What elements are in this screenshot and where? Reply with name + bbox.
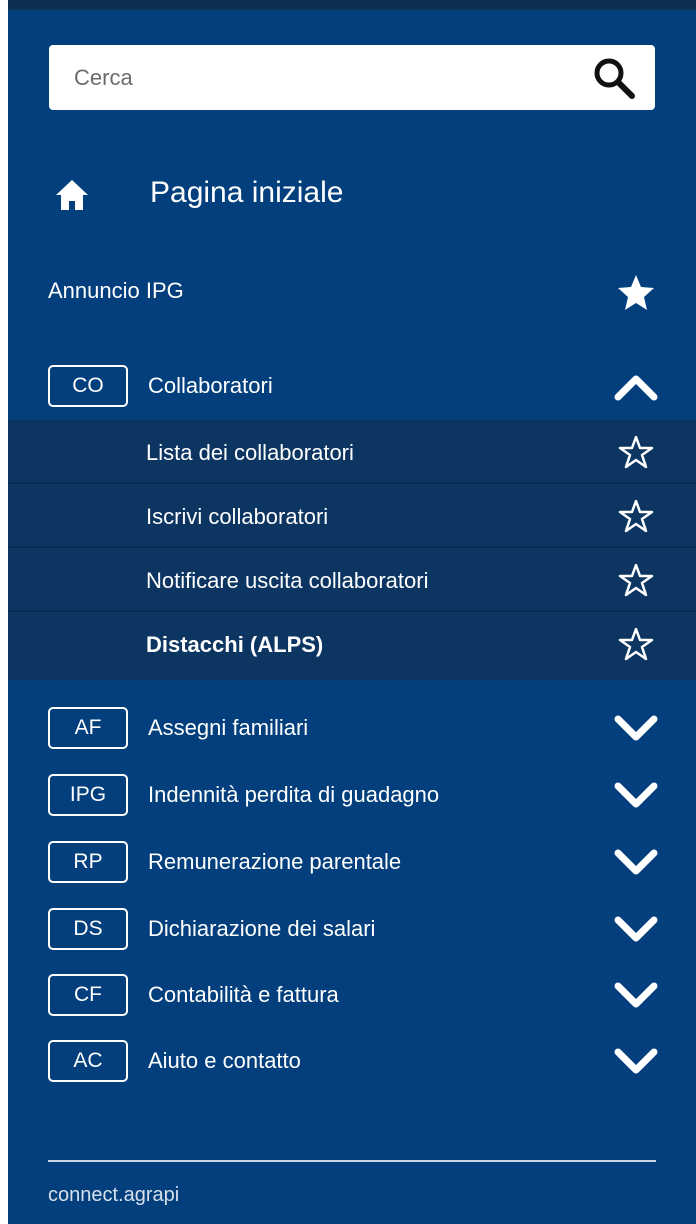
nav-group-dichiarazione-salari[interactable]: DS Dichiarazione dei salari bbox=[8, 898, 696, 964]
nav-group-aiuto-contatto[interactable]: AC Aiuto e contatto bbox=[8, 1030, 696, 1096]
group-badge: AC bbox=[48, 1040, 128, 1082]
star-filled-icon[interactable] bbox=[616, 272, 656, 312]
group-label: Indennità perdita di guadagno bbox=[148, 782, 440, 807]
group-badge: CO bbox=[48, 365, 128, 407]
nav-group-collaboratori[interactable]: CO Collaboratori bbox=[8, 355, 696, 421]
group-label: Assegni familiari bbox=[148, 715, 309, 740]
submenu-item-label: Distacchi (ALPS) bbox=[146, 632, 324, 657]
nav-group-contabilita-fattura[interactable]: CF Contabilità e fattura bbox=[8, 964, 696, 1030]
nav-group-assegni-familiari[interactable]: AF Assegni familiari bbox=[8, 697, 696, 763]
star-outline-icon[interactable] bbox=[618, 498, 654, 534]
footer-divider bbox=[48, 1160, 656, 1162]
group-badge: RP bbox=[48, 841, 128, 883]
group-badge: AF bbox=[48, 707, 128, 749]
favorite-item-label: Annuncio IPG bbox=[48, 278, 184, 303]
chevron-up-icon bbox=[614, 375, 658, 401]
top-edge bbox=[8, 0, 696, 10]
home-link[interactable]: Pagina iniziale bbox=[8, 160, 696, 230]
chevron-down-icon bbox=[614, 916, 658, 942]
chevron-down-icon bbox=[614, 782, 658, 808]
star-outline-icon[interactable] bbox=[618, 562, 654, 598]
home-label: Pagina iniziale bbox=[150, 176, 344, 209]
chevron-down-icon bbox=[614, 715, 658, 741]
search-icon[interactable] bbox=[591, 55, 637, 101]
submenu-item-iscrivi-collaboratori[interactable]: Iscrivi collaboratori bbox=[8, 484, 696, 548]
group-label: Dichiarazione dei salari bbox=[148, 916, 376, 941]
group-badge: DS bbox=[48, 908, 128, 950]
group-label: Collaboratori bbox=[148, 373, 273, 398]
group-badge: IPG bbox=[48, 774, 128, 816]
submenu-item-lista-collaboratori[interactable]: Lista dei collaboratori bbox=[8, 420, 696, 484]
star-outline-icon[interactable] bbox=[618, 626, 654, 662]
group-label: Aiuto e contatto bbox=[148, 1048, 301, 1073]
home-icon bbox=[56, 180, 88, 210]
search-input[interactable] bbox=[49, 45, 569, 110]
submenu-item-label: Lista dei collaboratori bbox=[146, 440, 354, 465]
sidebar-panel: Pagina iniziale Annuncio IPG CO Collabor… bbox=[8, 0, 696, 1224]
submenu-item-label: Iscrivi collaboratori bbox=[146, 504, 329, 529]
search-box bbox=[49, 45, 655, 110]
nav-group-indennita-perdita-guadagno[interactable]: IPG Indennità perdita di guadagno bbox=[8, 764, 696, 830]
favorite-item-annuncio-ipg[interactable]: Annuncio IPG bbox=[8, 262, 696, 322]
group-label: Remunerazione parentale bbox=[148, 849, 402, 874]
footer-text: connect.agrapi bbox=[48, 1184, 180, 1206]
chevron-down-icon bbox=[614, 1048, 658, 1074]
submenu-item-label: Notificare uscita collaboratori bbox=[146, 568, 429, 593]
group-label: Contabilità e fattura bbox=[148, 982, 339, 1007]
chevron-down-icon bbox=[614, 982, 658, 1008]
submenu-item-distacchi-alps[interactable]: Distacchi (ALPS) bbox=[8, 612, 696, 680]
submenu-item-notificare-uscita[interactable]: Notificare uscita collaboratori bbox=[8, 548, 696, 612]
nav-group-remunerazione-parentale[interactable]: RP Remunerazione parentale bbox=[8, 831, 696, 897]
star-outline-icon[interactable] bbox=[618, 434, 654, 470]
group-badge: CF bbox=[48, 974, 128, 1016]
chevron-down-icon bbox=[614, 849, 658, 875]
